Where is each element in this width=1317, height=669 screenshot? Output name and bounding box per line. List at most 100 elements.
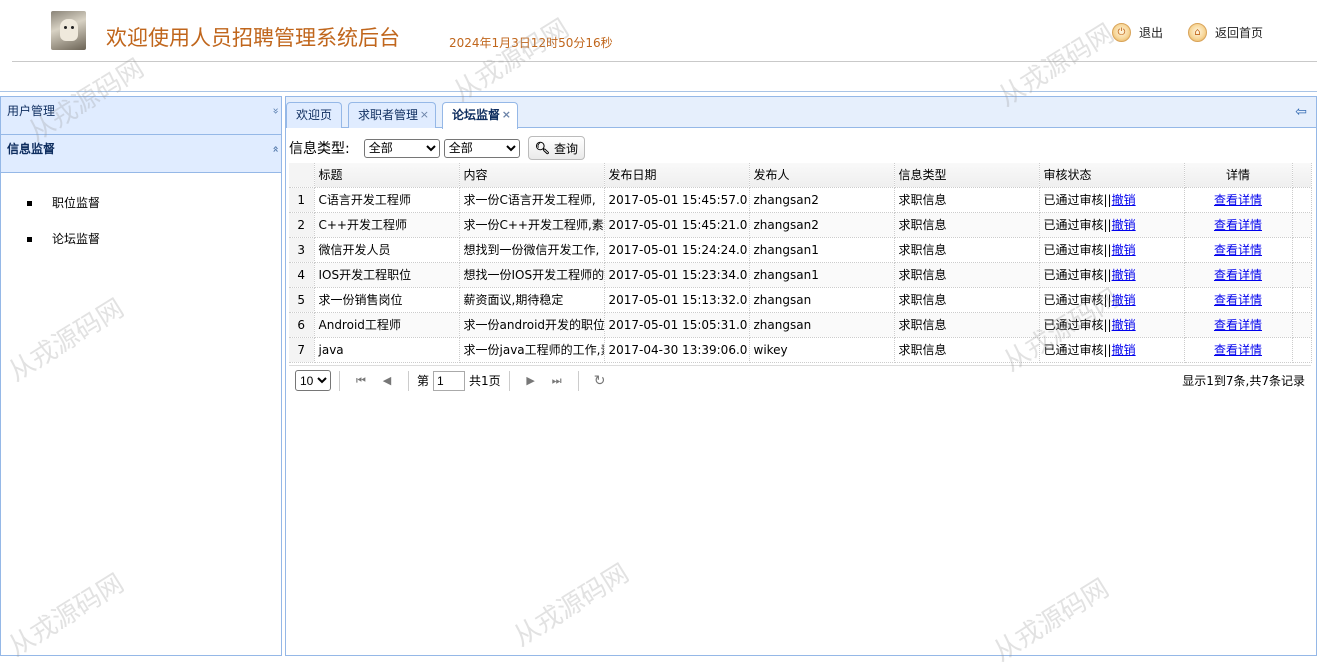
cell-status: 已通过审核||撤销 xyxy=(1039,287,1185,313)
cell-date: 2017-05-01 15:13:32.0 xyxy=(604,287,750,313)
close-icon[interactable]: × xyxy=(502,103,511,127)
page-number-input[interactable] xyxy=(433,370,466,391)
cell-type: 求职信息 xyxy=(894,262,1040,288)
sidebar-section-info-supervision[interactable]: 信息监督 « xyxy=(1,135,282,173)
revoke-link[interactable]: 撤销 xyxy=(1112,243,1136,257)
sidebar-item-forum-supervision[interactable]: 论坛监督 xyxy=(1,230,281,266)
home-label: 返回首页 xyxy=(1215,26,1264,40)
view-detail-link[interactable]: 查看详情 xyxy=(1214,293,1262,307)
table-row[interactable]: 4 IOS开发工程职位 想找一份IOS开发工程师的 2017-05-01 15:23:… xyxy=(289,262,1312,288)
cell-title: java xyxy=(314,337,460,363)
cell-status: 已通过审核||撤销 xyxy=(1039,237,1185,263)
cell-date: 2017-04-30 13:39:06.0 xyxy=(604,337,750,363)
cell-user: zhangsan2 xyxy=(749,187,895,213)
power-icon xyxy=(1112,23,1131,42)
tab-label: 论坛监督 xyxy=(452,108,501,122)
divider xyxy=(0,91,1317,92)
table-header-row: 标题 内容 发布日期 发布人 信息类型 审核状态 详情 xyxy=(289,163,1312,188)
scrollbar-gutter xyxy=(1292,287,1312,313)
page-size-select[interactable]: 10 xyxy=(295,370,331,391)
sidebar-item-job-supervision[interactable]: 职位监督 xyxy=(1,194,281,230)
column-header[interactable]: 审核状态 xyxy=(1039,163,1185,188)
info-type-select[interactable]: 全部 xyxy=(363,138,440,158)
column-header[interactable]: 内容 xyxy=(459,163,605,188)
info-subtype-select[interactable]: 全部 xyxy=(443,138,520,158)
row-number: 3 xyxy=(289,237,315,263)
table-row[interactable]: 7 java 求一份java工程师的工作,素 2017-04-30 13:39:06.… xyxy=(289,337,1312,363)
first-page-icon[interactable]: ⏮ xyxy=(353,374,369,388)
status-text: 已通过审核|| xyxy=(1043,293,1112,307)
logout-button[interactable]: 退出 xyxy=(1112,23,1163,42)
revoke-link[interactable]: 撤销 xyxy=(1112,193,1136,207)
table-row[interactable]: 1 C语言开发工程师 求一份C语言开发工程师, 2017-05-01 15:45:57… xyxy=(289,187,1312,213)
revoke-link[interactable]: 撤销 xyxy=(1112,293,1136,307)
last-page-icon[interactable]: ⏭ xyxy=(549,374,565,388)
tab-jobseeker-management[interactable]: 求职者管理 × xyxy=(348,102,436,128)
search-icon: 🔍︎ xyxy=(534,141,550,155)
refresh-icon[interactable]: ↻ xyxy=(592,373,608,389)
cell-title: IOS开发工程职位 xyxy=(314,262,460,288)
scrollbar-gutter xyxy=(1292,312,1312,338)
cell-user: zhangsan1 xyxy=(749,237,895,263)
revoke-link[interactable]: 撤销 xyxy=(1112,218,1136,232)
cell-detail: 查看详情 xyxy=(1184,312,1293,338)
sidebar-section-user-management[interactable]: 用户管理 » xyxy=(1,97,283,135)
column-header[interactable]: 发布人 xyxy=(749,163,895,188)
row-number: 2 xyxy=(289,212,315,238)
prev-page-icon[interactable]: ◀ xyxy=(379,374,395,387)
cell-type: 求职信息 xyxy=(894,337,1040,363)
cell-status: 已通过审核||撤销 xyxy=(1039,187,1185,213)
view-detail-link[interactable]: 查看详情 xyxy=(1214,318,1262,332)
logout-label: 退出 xyxy=(1139,26,1164,40)
view-detail-link[interactable]: 查看详情 xyxy=(1214,343,1262,357)
status-text: 已通过审核|| xyxy=(1043,218,1112,232)
cell-title: 微信开发人员 xyxy=(314,237,460,263)
tab-welcome[interactable]: 欢迎页 xyxy=(286,102,342,128)
home-button[interactable]: 返回首页 xyxy=(1188,23,1263,42)
revoke-link[interactable]: 撤销 xyxy=(1112,268,1136,282)
cell-user: wikey xyxy=(749,337,895,363)
view-detail-link[interactable]: 查看详情 xyxy=(1214,218,1262,232)
cell-content: 求一份java工程师的工作,素 xyxy=(459,337,605,363)
section-label: 用户管理 xyxy=(7,104,56,118)
table-row[interactable]: 3 微信开发人员 想找到一份微信开发工作, 2017-05-01 15:24:24.0… xyxy=(289,237,1312,263)
column-header[interactable]: 发布日期 xyxy=(604,163,750,188)
cell-title: Android工程师 xyxy=(314,312,460,338)
query-label: 查询 xyxy=(553,141,578,156)
tab-label: 欢迎页 xyxy=(296,108,333,122)
query-button[interactable]: 🔍︎ 查询 xyxy=(527,136,585,160)
cell-status: 已通过审核||撤销 xyxy=(1039,312,1185,338)
cell-detail: 查看详情 xyxy=(1184,212,1293,238)
cell-detail: 查看详情 xyxy=(1184,187,1293,213)
next-page-icon[interactable]: ▶ xyxy=(523,374,539,387)
cell-status: 已通过审核||撤销 xyxy=(1039,262,1185,288)
scrollbar-gutter xyxy=(1292,187,1312,213)
view-detail-link[interactable]: 查看详情 xyxy=(1214,268,1262,282)
view-detail-link[interactable]: 查看详情 xyxy=(1214,243,1262,257)
cell-title: 求一份销售岗位 xyxy=(314,287,460,313)
column-header[interactable]: 详情 xyxy=(1184,163,1293,188)
scrollbar-gutter xyxy=(1292,212,1312,238)
revoke-link[interactable]: 撤销 xyxy=(1112,318,1136,332)
collapse-panel-icon[interactable]: ⇦ xyxy=(1292,103,1310,121)
cell-title: C++开发工程师 xyxy=(314,212,460,238)
revoke-link[interactable]: 撤销 xyxy=(1112,343,1136,357)
column-header[interactable]: 标题 xyxy=(314,163,460,188)
table-row[interactable]: 2 C++开发工程师 求一份C++开发工程师,素 2017-05-01 15:45:2… xyxy=(289,212,1312,238)
tab-forum-supervision[interactable]: 论坛监督 × xyxy=(442,102,518,129)
sidebar-menu: 职位监督 论坛监督 xyxy=(1,173,281,266)
cell-date: 2017-05-01 15:45:57.0 xyxy=(604,187,750,213)
datetime: 2024年1月3日12时50分16秒 xyxy=(449,36,613,50)
status-text: 已通过审核|| xyxy=(1043,243,1112,257)
column-header[interactable]: 信息类型 xyxy=(894,163,1040,188)
cell-status: 已通过审核||撤销 xyxy=(1039,337,1185,363)
cell-type: 求职信息 xyxy=(894,212,1040,238)
home-icon xyxy=(1188,23,1207,42)
table-row[interactable]: 5 求一份销售岗位 薪资面议,期待稳定 2017-05-01 15:13:32.0 zh… xyxy=(289,287,1312,313)
avatar xyxy=(51,11,86,50)
table-row[interactable]: 6 Android工程师 求一份android开发的职位 2017-05-01 15:… xyxy=(289,312,1312,338)
page-title: 欢迎使用人员招聘管理系统后台 xyxy=(106,26,400,50)
close-icon[interactable]: × xyxy=(420,103,429,127)
cell-title: C语言开发工程师 xyxy=(314,187,460,213)
view-detail-link[interactable]: 查看详情 xyxy=(1214,193,1262,207)
